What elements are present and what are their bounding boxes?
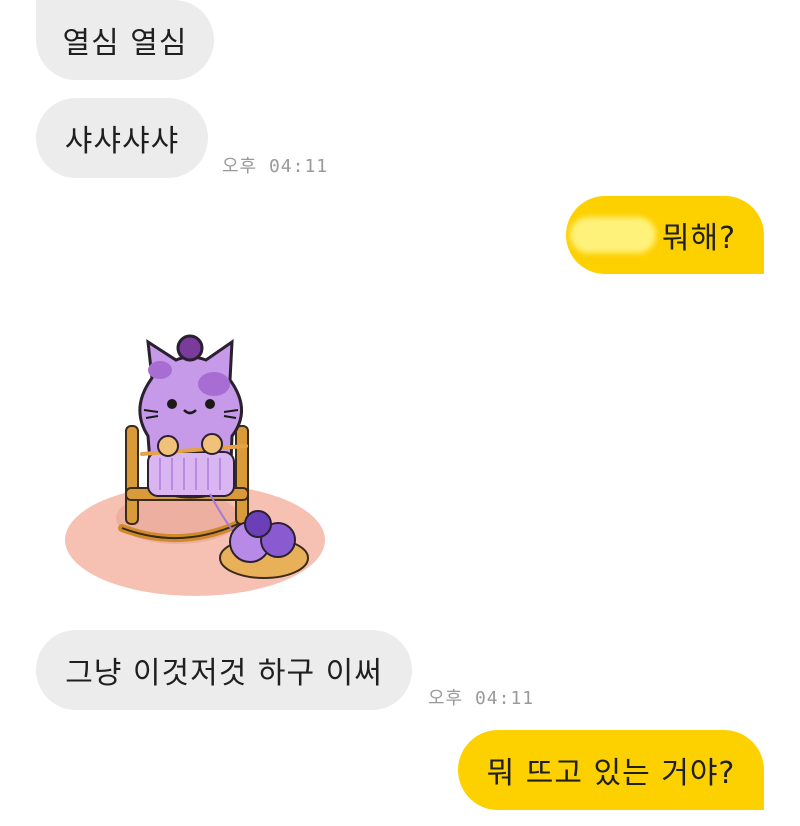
message-bubble-received[interactable]: 열심 열심: [36, 0, 214, 80]
message-bubble-sent[interactable]: 뭐해?: [566, 196, 764, 274]
message-text: 뭐 뜨고 있는 거야?: [486, 756, 736, 791]
redacted-name: [569, 217, 656, 253]
message-timestamp: 오후 04:11: [428, 688, 535, 709]
message-bubble-received[interactable]: 샤샤샤샤: [36, 98, 208, 178]
message-bubble-received[interactable]: 그냥 이것저것 하구 이써: [36, 630, 412, 710]
message-text: 뭐해?: [661, 221, 736, 256]
message-text: 열심 열심: [62, 26, 188, 61]
message-text: 샤샤샤샤: [64, 124, 180, 159]
message-timestamp: 오후 04:11: [222, 156, 329, 177]
message-text: 그냥 이것저것 하구 이써: [65, 656, 383, 691]
knitting-cat-sticker[interactable]: [60, 318, 350, 608]
knitting-cat-icon: [65, 334, 325, 596]
message-bubble-sent[interactable]: 뭐 뜨고 있는 거야?: [458, 730, 764, 810]
